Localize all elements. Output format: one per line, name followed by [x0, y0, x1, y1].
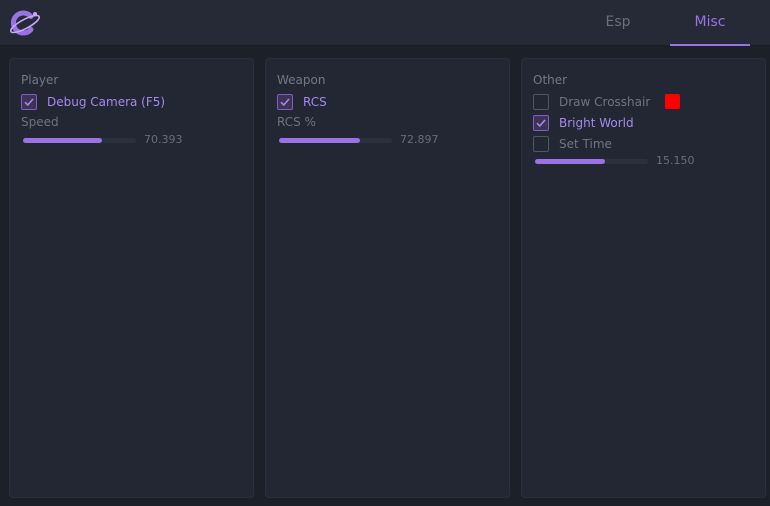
bright-world-checkbox[interactable]	[533, 115, 549, 131]
other-panel-title: Other	[533, 73, 568, 87]
bright-world-label: Bright World	[559, 116, 634, 130]
set-time-slider-fill	[535, 159, 606, 164]
weapon-panel: Weapon RCS RCS % 72.897	[265, 58, 510, 498]
debug-camera-checkbox[interactable]	[21, 94, 37, 110]
rcs-checkbox[interactable]	[277, 94, 293, 110]
rcs-percent-slider-fill	[279, 138, 361, 143]
rcs-percent-value: 72.897	[400, 133, 439, 146]
tab-misc[interactable]: Misc	[670, 0, 750, 46]
rcs-percent-slider[interactable]	[279, 138, 392, 143]
set-time-checkbox[interactable]	[533, 136, 549, 152]
crosshair-color-swatch[interactable]	[665, 94, 680, 109]
speed-slider[interactable]	[23, 138, 136, 143]
check-icon	[536, 119, 546, 128]
player-panel: Player Debug Camera (F5) Speed 70.393	[9, 58, 254, 498]
player-panel-title: Player	[21, 73, 59, 87]
draw-crosshair-toggle[interactable]: Draw Crosshair	[533, 94, 650, 110]
debug-camera-label: Debug Camera (F5)	[47, 95, 166, 109]
header-bar: Esp Misc	[0, 0, 770, 46]
draw-crosshair-checkbox[interactable]	[533, 94, 549, 110]
set-time-slider[interactable]	[535, 159, 648, 164]
rcs-label: RCS	[303, 95, 327, 109]
planet-logo-icon	[7, 8, 43, 38]
debug-camera-toggle[interactable]: Debug Camera (F5)	[21, 94, 165, 110]
set-time-label: Set Time	[559, 137, 612, 151]
rcs-percent-label: RCS %	[277, 115, 316, 129]
set-time-value: 15.150	[656, 154, 695, 167]
draw-crosshair-label: Draw Crosshair	[559, 95, 651, 109]
tab-esp[interactable]: Esp	[578, 0, 658, 46]
speed-slider-fill	[23, 138, 103, 143]
other-panel: Other Draw Crosshair Bright World Set Ti…	[521, 58, 766, 498]
set-time-toggle[interactable]: Set Time	[533, 136, 612, 152]
check-icon	[280, 98, 290, 107]
bright-world-toggle[interactable]: Bright World	[533, 115, 634, 131]
check-icon	[24, 98, 34, 107]
weapon-panel-title: Weapon	[277, 73, 326, 87]
rcs-toggle[interactable]: RCS	[277, 94, 327, 110]
speed-label: Speed	[21, 115, 59, 129]
speed-value: 70.393	[144, 133, 183, 146]
active-tab-indicator	[670, 44, 750, 46]
